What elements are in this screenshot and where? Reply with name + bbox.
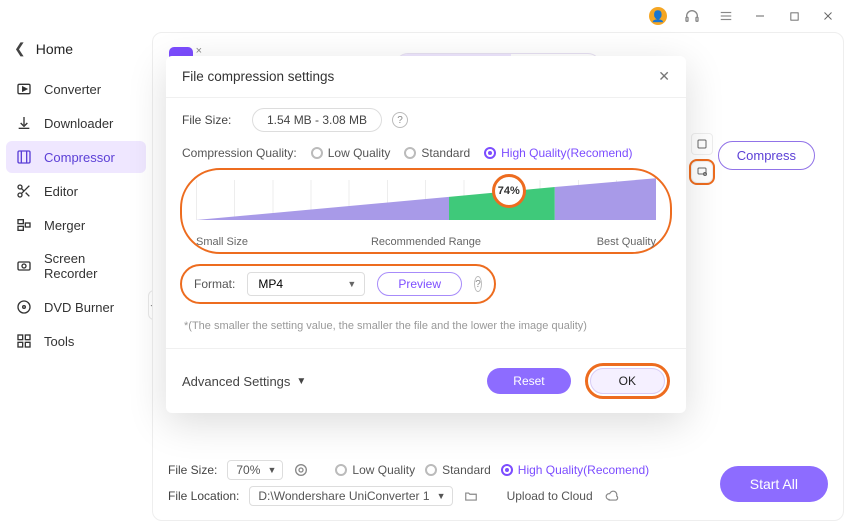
sidebar-item-dvdburner[interactable]: DVD Burner [6, 291, 146, 323]
chevron-down-icon: ▼ [296, 376, 306, 387]
reset-button[interactable]: Reset [487, 368, 570, 394]
upload-cloud-label: Upload to Cloud [507, 489, 593, 503]
preview-tools [691, 133, 713, 183]
quality-standard-option[interactable]: Standard [425, 463, 491, 477]
sidebar-item-label: Downloader [44, 116, 113, 131]
chevron-left-icon: ❮ [14, 40, 26, 57]
folder-icon[interactable] [463, 489, 479, 503]
modal-title: File compression settings [182, 69, 334, 84]
sidebar-item-downloader[interactable]: Downloader [6, 107, 146, 139]
titlebar: 👤 [0, 0, 850, 32]
settings-tool-icon[interactable] [691, 161, 713, 183]
modal-quality-standard-option[interactable]: Standard [404, 146, 470, 160]
minimize-icon[interactable] [750, 6, 770, 26]
advanced-settings-toggle[interactable]: Advanced Settings ▼ [182, 374, 306, 389]
modal-quality-low-option[interactable]: Low Quality [311, 146, 391, 160]
ok-button[interactable]: OK [590, 368, 665, 394]
compress-button[interactable]: Compress [718, 141, 815, 170]
sidebar-item-label: DVD Burner [44, 300, 114, 315]
sidebar-item-label: Compressor [44, 150, 115, 165]
sidebar-item-merger[interactable]: Merger [6, 209, 146, 241]
fileloc-select[interactable]: D:\Wondershare UniConverter 1▼ [249, 486, 452, 506]
sidebar-item-label: Merger [44, 218, 85, 233]
compression-slider[interactable]: 74% Small Size Recommended Range Best Qu… [180, 168, 672, 254]
avatar-icon[interactable]: 👤 [648, 6, 668, 26]
compression-quality-label: Compression Quality: [182, 146, 297, 160]
grid-icon [16, 333, 32, 349]
help-icon[interactable]: ? [392, 112, 408, 128]
slider-right-label: Best Quality [597, 236, 656, 248]
compressor-icon [16, 149, 32, 165]
headset-icon[interactable] [682, 6, 702, 26]
fileloc-label: File Location: [168, 489, 239, 503]
menu-icon[interactable] [716, 6, 736, 26]
hint-text: *(The smaller the setting value, the sma… [166, 310, 686, 348]
filesize-select[interactable]: 70%▼ [227, 460, 283, 480]
sidebar-item-tools[interactable]: Tools [6, 325, 146, 357]
home-nav[interactable]: ❮ Home [6, 36, 146, 71]
sidebar-item-editor[interactable]: Editor [6, 175, 146, 207]
sidebar-item-screenrecorder[interactable]: Screen Recorder [6, 243, 146, 289]
close-icon[interactable] [818, 6, 838, 26]
sidebar-item-label: Converter [44, 82, 101, 97]
modal-filesize-select[interactable]: 1.54 MB - 3.08 MB [252, 108, 382, 132]
download-icon [16, 115, 32, 131]
sidebar-item-converter[interactable]: Converter [6, 73, 146, 105]
disc-icon [16, 299, 32, 315]
sidebar-item-label: Editor [44, 184, 78, 199]
modal-close-icon[interactable]: ✕ [658, 68, 670, 85]
help-icon[interactable]: ? [474, 276, 482, 292]
cloud-icon[interactable] [603, 489, 621, 503]
camera-icon [16, 258, 32, 274]
sidebar-item-label: Tools [44, 334, 74, 349]
quality-high-option[interactable]: High Quality(Recomend) [501, 463, 649, 477]
scissors-icon [16, 183, 32, 199]
modal-quality-high-option[interactable]: High Quality(Recomend) [484, 146, 632, 160]
format-select[interactable]: MP4▼ [247, 272, 365, 296]
home-label: Home [36, 41, 73, 57]
converter-icon [16, 81, 32, 97]
format-label: Format: [194, 277, 235, 291]
format-row: Format: MP4▼ Preview ? [180, 264, 496, 304]
info-tool-icon[interactable] [691, 133, 713, 155]
sidebar-item-compressor[interactable]: Compressor [6, 141, 146, 173]
modal-filesize-label: File Size: [182, 113, 242, 127]
slider-left-label: Small Size [196, 236, 248, 248]
preview-button[interactable]: Preview [377, 272, 462, 296]
merger-icon [16, 217, 32, 233]
slider-mid-label: Recommended Range [371, 236, 481, 248]
sidebar: ❮ Home Converter Downloader Compressor E… [0, 32, 152, 527]
start-all-button[interactable]: Start All [720, 466, 828, 502]
compression-settings-modal: File compression settings ✕ File Size: 1… [166, 56, 686, 413]
quality-low-option[interactable]: Low Quality [335, 463, 415, 477]
sidebar-item-label: Screen Recorder [44, 251, 136, 281]
maximize-icon[interactable] [784, 6, 804, 26]
percent-badge[interactable]: 74% [492, 174, 526, 208]
filesize-label: File Size: [168, 463, 217, 477]
target-icon[interactable] [293, 462, 309, 478]
